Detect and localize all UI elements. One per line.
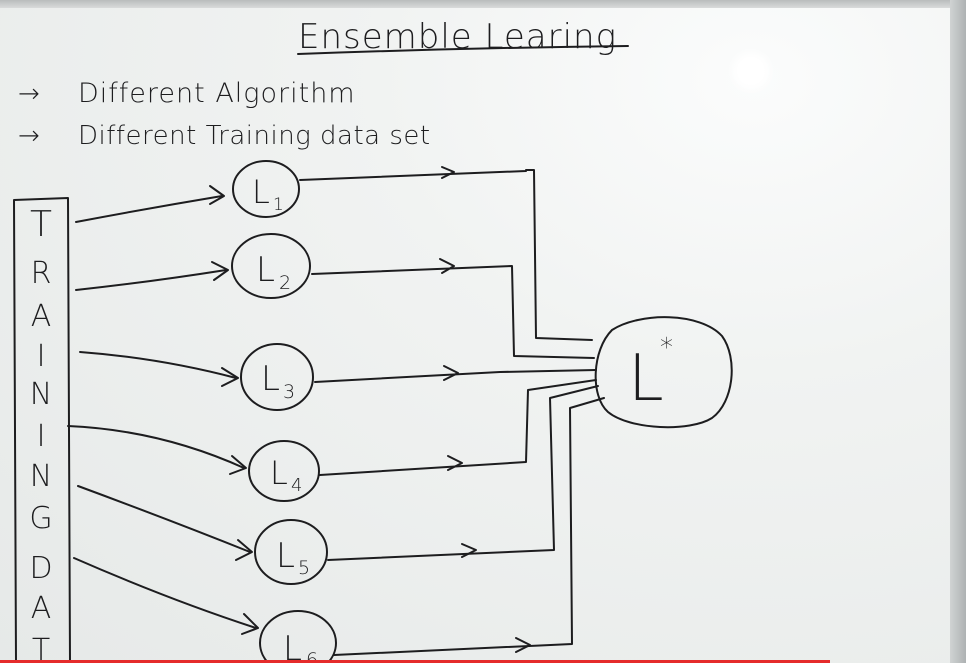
learner-5-letter: L xyxy=(276,536,295,576)
training-letter: I xyxy=(37,339,46,374)
training-letter: D xyxy=(29,551,52,586)
training-letter: N xyxy=(30,459,52,494)
learner-3-sub: 3 xyxy=(283,381,295,403)
learner-1-letter: L xyxy=(252,173,270,211)
bullet-arrow-1: → xyxy=(18,79,40,109)
ensemble-diagram: Ensemble Learing → Different Algorithm →… xyxy=(13,17,733,663)
learner-1: L 1 xyxy=(232,160,300,218)
bullet-arrow-2: → xyxy=(18,121,40,151)
learner-1-sub: 1 xyxy=(273,195,284,215)
learner-3-letter: L xyxy=(261,359,280,399)
input-arrows xyxy=(67,185,259,635)
learner-2: L 2 xyxy=(231,233,311,299)
combined-learner: L * xyxy=(594,316,733,429)
learner-6-letter: L xyxy=(283,629,302,663)
learner-4-letter: L xyxy=(270,454,288,492)
learner-4: L 4 xyxy=(248,440,320,502)
title: Ensemble Learing xyxy=(298,17,617,57)
training-letter: A xyxy=(31,591,52,626)
output-arrows xyxy=(299,166,605,656)
training-letter: R xyxy=(31,256,52,291)
combined-learner-sup: * xyxy=(660,333,673,363)
training-letter: I xyxy=(37,419,46,454)
learner-2-sub: 2 xyxy=(279,272,291,294)
training-letter: A xyxy=(31,299,52,334)
training-data-label: TRAININGDAT xyxy=(29,204,52,663)
combined-learner-letter: L xyxy=(628,342,664,416)
learner-5: L 5 xyxy=(254,519,328,585)
bullet-text-1: Different Algorithm xyxy=(78,78,356,109)
learner-3: L 3 xyxy=(240,343,314,411)
bullet-text-2: Different Training data set xyxy=(78,121,431,151)
learner-5-sub: 5 xyxy=(298,557,310,579)
training-letter: G xyxy=(29,501,52,536)
training-letter: N xyxy=(30,377,52,412)
training-letter: T xyxy=(30,204,52,245)
training-letter: T xyxy=(32,633,50,663)
learner-2-letter: L xyxy=(256,250,275,290)
learner-4-sub: 4 xyxy=(291,475,302,496)
learner-6: L 6 xyxy=(259,610,337,663)
